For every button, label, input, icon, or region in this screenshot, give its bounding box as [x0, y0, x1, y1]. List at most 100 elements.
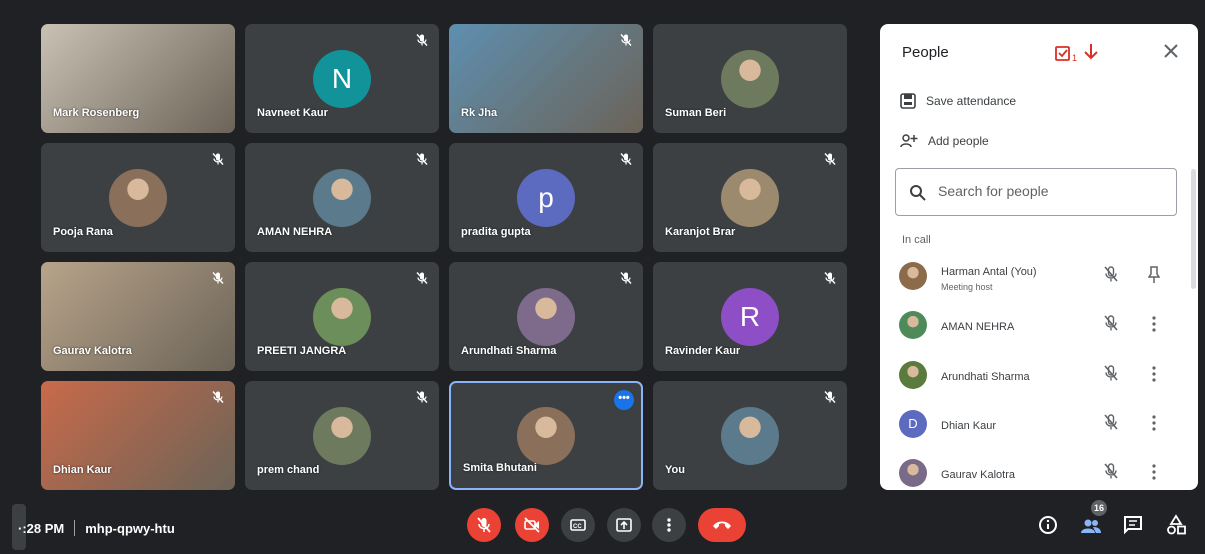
- person-name: AMAN NEHRA: [941, 321, 1015, 333]
- more-vert-icon[interactable]: [1148, 314, 1160, 334]
- mic-off-icon: [416, 34, 428, 46]
- scrollbar[interactable]: [1191, 169, 1196, 289]
- mic-off-icon[interactable]: [1102, 314, 1120, 332]
- participant-tile[interactable]: AMAN NEHRA: [245, 143, 439, 252]
- person-row[interactable]: AMAN NEHRA: [880, 305, 1190, 353]
- participant-tile[interactable]: Karanjot Brar: [653, 143, 847, 252]
- person-name: Dhian Kaur: [941, 420, 997, 432]
- search-icon: [910, 185, 926, 201]
- person-avatar: D: [899, 410, 927, 438]
- participant-tile[interactable]: Suman Beri: [653, 24, 847, 133]
- participant-tile[interactable]: Arundhati Sharma: [449, 262, 643, 371]
- person-avatar: [899, 361, 927, 389]
- present-button[interactable]: [607, 508, 641, 542]
- person-avatar: [899, 262, 927, 290]
- pin-icon[interactable]: [1148, 265, 1160, 285]
- person-name: Gaurav Kalotra: [941, 469, 1015, 481]
- mic-off-icon: [824, 272, 836, 284]
- save-attendance-label: Save attendance: [926, 94, 1017, 108]
- avatar: R: [721, 287, 779, 346]
- avatar: [517, 287, 575, 346]
- info-icon[interactable]: [1037, 514, 1059, 536]
- participant-name: Navneet Kaur: [257, 107, 328, 119]
- mic-off-icon: [477, 517, 491, 533]
- participant-tile[interactable]: R Ravinder Kaur: [653, 262, 847, 371]
- more-options-button[interactable]: [652, 508, 686, 542]
- participant-tile[interactable]: N Navneet Kaur: [245, 24, 439, 133]
- avatar: [109, 168, 167, 227]
- mic-off-icon: [620, 153, 632, 165]
- person-name: Harman Antal (You): [941, 266, 1037, 278]
- participant-name: Suman Beri: [665, 107, 727, 119]
- participant-tile[interactable]: You: [653, 381, 847, 490]
- end-call-icon: [713, 521, 731, 529]
- avatar: p: [517, 168, 575, 227]
- mic-off-icon[interactable]: [1102, 364, 1120, 382]
- person-name: Arundhati Sharma: [941, 371, 1030, 383]
- captions-button[interactable]: CC: [561, 508, 595, 542]
- avatar: [721, 406, 779, 465]
- mic-off-icon: [212, 153, 224, 165]
- participant-name: prem chand: [257, 464, 320, 476]
- mic-off-icon[interactable]: [1102, 413, 1120, 431]
- person-avatar: [899, 311, 927, 339]
- meeting-details[interactable]: ·:28 PM mhp-qpwy-htu: [18, 520, 175, 536]
- person-row[interactable]: Gaurav Kalotra: [880, 453, 1190, 490]
- more-vert-icon[interactable]: [1148, 364, 1160, 384]
- more-vert-icon: [667, 518, 671, 532]
- participant-name: Pooja Rana: [53, 226, 113, 238]
- participant-tile[interactable]: prem chand: [245, 381, 439, 490]
- participant-name: Arundhati Sharma: [461, 345, 557, 357]
- avatar: [313, 287, 371, 346]
- participant-tile[interactable]: Pooja Rana: [41, 143, 235, 252]
- participant-name: Gaurav Kalotra: [53, 345, 132, 357]
- participant-name: Ravinder Kaur: [665, 345, 741, 357]
- participant-name: You: [665, 464, 685, 476]
- participant-tile[interactable]: p pradita gupta: [449, 143, 643, 252]
- add-people-label: Add people: [928, 134, 989, 148]
- participant-name: Mark Rosenberg: [53, 107, 140, 119]
- avatar: N: [313, 49, 371, 108]
- mic-off-icon: [212, 391, 224, 403]
- search-placeholder: Search for people: [938, 183, 1049, 199]
- more-vert-icon[interactable]: [1148, 413, 1160, 433]
- mic-off-icon: [416, 153, 428, 165]
- avatar: [313, 168, 371, 227]
- attendance-flag-icon[interactable]: 1: [1055, 42, 1105, 64]
- camera-toggle-button[interactable]: [515, 508, 549, 542]
- mic-off-icon: [824, 391, 836, 403]
- mic-toggle-button[interactable]: [467, 508, 501, 542]
- person-row[interactable]: Arundhati Sharma: [880, 355, 1190, 403]
- participant-name: Dhian Kaur: [53, 464, 112, 476]
- add-people-button[interactable]: Add people: [900, 133, 989, 149]
- mic-off-icon: [620, 272, 632, 284]
- close-icon[interactable]: [1162, 42, 1180, 60]
- activities-icon[interactable]: [1165, 514, 1187, 536]
- svg-text:CC: CC: [573, 524, 582, 530]
- tile-more-options-button[interactable]: •••: [614, 390, 634, 410]
- chat-icon[interactable]: [1122, 514, 1144, 536]
- participant-tile[interactable]: PREETI JANGRA: [245, 262, 439, 371]
- person-role: Meeting host: [941, 282, 993, 292]
- mic-off-icon[interactable]: [1102, 462, 1120, 480]
- participant-name: pradita gupta: [461, 226, 531, 238]
- mic-off-icon[interactable]: [1102, 265, 1120, 283]
- participant-tile[interactable]: Rk Jha: [449, 24, 643, 133]
- person-row[interactable]: Harman Antal (You) Meeting host: [880, 256, 1190, 304]
- participant-tile[interactable]: Gaurav Kalotra: [41, 262, 235, 371]
- more-vert-icon[interactable]: [1148, 462, 1160, 482]
- participant-tile[interactable]: Mark Rosenberg: [41, 24, 235, 133]
- participant-tile[interactable]: Dhian Kaur: [41, 381, 235, 490]
- avatar: [721, 168, 779, 227]
- end-call-button[interactable]: [698, 508, 746, 542]
- mic-off-icon: [620, 34, 632, 46]
- person-avatar: [899, 459, 927, 487]
- participant-name: Rk Jha: [461, 107, 498, 119]
- person-row[interactable]: D Dhian Kaur: [880, 404, 1190, 452]
- save-attendance-button[interactable]: Save attendance: [900, 93, 1016, 109]
- in-call-label: In call: [902, 234, 931, 246]
- participant-name: Karanjot Brar: [665, 226, 736, 238]
- search-people-input[interactable]: Search for people: [895, 168, 1177, 216]
- people-icon[interactable]: [1080, 514, 1102, 536]
- participant-tile[interactable]: ••• Smita Bhutani: [449, 381, 643, 490]
